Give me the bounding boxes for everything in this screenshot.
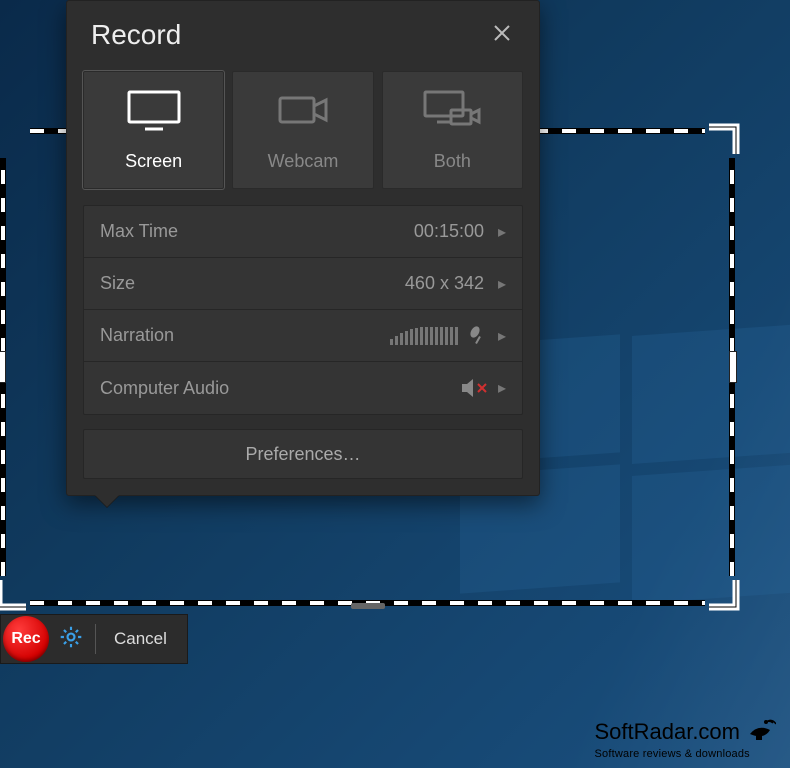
- speaker-muted-icon: [460, 378, 488, 398]
- capture-corner-top-right[interactable]: [707, 124, 739, 156]
- mode-webcam-label: Webcam: [268, 151, 339, 172]
- panel-pointer: [95, 495, 119, 507]
- size-label: Size: [100, 273, 135, 294]
- capture-handle-bottom[interactable]: [351, 603, 385, 609]
- capture-handle-left[interactable]: [0, 351, 6, 383]
- computer-audio-label: Computer Audio: [100, 378, 229, 399]
- record-button[interactable]: Rec: [3, 616, 49, 662]
- row-narration[interactable]: Narration ▸: [84, 310, 522, 362]
- microphone-icon: [468, 325, 488, 347]
- capture-corner-bottom-right[interactable]: [707, 578, 739, 610]
- chevron-right-icon: ▸: [490, 378, 514, 398]
- capture-toolbar: Rec Cancel: [0, 614, 188, 664]
- max-time-label: Max Time: [100, 221, 178, 242]
- vu-meter: [390, 327, 458, 345]
- max-time-value: 00:15:00: [414, 221, 490, 242]
- close-icon: [492, 23, 512, 48]
- size-value: 460 x 342: [405, 273, 490, 294]
- record-button-label: Rec: [11, 630, 40, 648]
- capture-handle-right[interactable]: [729, 351, 737, 383]
- cancel-button[interactable]: Cancel: [100, 619, 181, 659]
- panel-title: Record: [91, 19, 181, 51]
- preferences-label: Preferences…: [245, 444, 360, 465]
- settings-button[interactable]: [51, 619, 91, 659]
- row-computer-audio[interactable]: Computer Audio ▸: [84, 362, 522, 414]
- settings-list: Max Time 00:15:00 ▸ Size 460 x 342 ▸ Nar…: [83, 205, 523, 415]
- satellite-icon: [746, 716, 776, 748]
- cancel-button-label: Cancel: [114, 629, 167, 649]
- row-max-time[interactable]: Max Time 00:15:00 ▸: [84, 206, 522, 258]
- watermark-title: SoftRadar.com: [594, 719, 740, 745]
- narration-label: Narration: [100, 325, 174, 346]
- preferences-button[interactable]: Preferences…: [83, 429, 523, 479]
- close-button[interactable]: [487, 20, 517, 50]
- mode-screen-label: Screen: [125, 151, 182, 172]
- monitor-icon: [125, 88, 183, 137]
- watermark-subtitle: Software reviews & downloads: [594, 748, 776, 760]
- row-size[interactable]: Size 460 x 342 ▸: [84, 258, 522, 310]
- gear-icon: [58, 624, 84, 655]
- record-panel: Record Screen: [66, 0, 540, 496]
- mode-screen[interactable]: Screen: [83, 71, 224, 189]
- mode-webcam[interactable]: Webcam: [232, 71, 373, 189]
- webcam-icon: [274, 88, 332, 137]
- mode-selector: Screen Webcam Both: [83, 71, 523, 189]
- chevron-right-icon: ▸: [490, 274, 514, 294]
- capture-corner-bottom-left[interactable]: [0, 578, 28, 610]
- mode-both-label: Both: [434, 151, 471, 172]
- chevron-right-icon: ▸: [490, 326, 514, 346]
- toolbar-divider: [95, 624, 96, 654]
- screen-webcam-icon: [421, 88, 483, 137]
- site-watermark: SoftRadar.com Software reviews & downloa…: [594, 716, 776, 760]
- mode-both[interactable]: Both: [382, 71, 523, 189]
- chevron-right-icon: ▸: [490, 222, 514, 242]
